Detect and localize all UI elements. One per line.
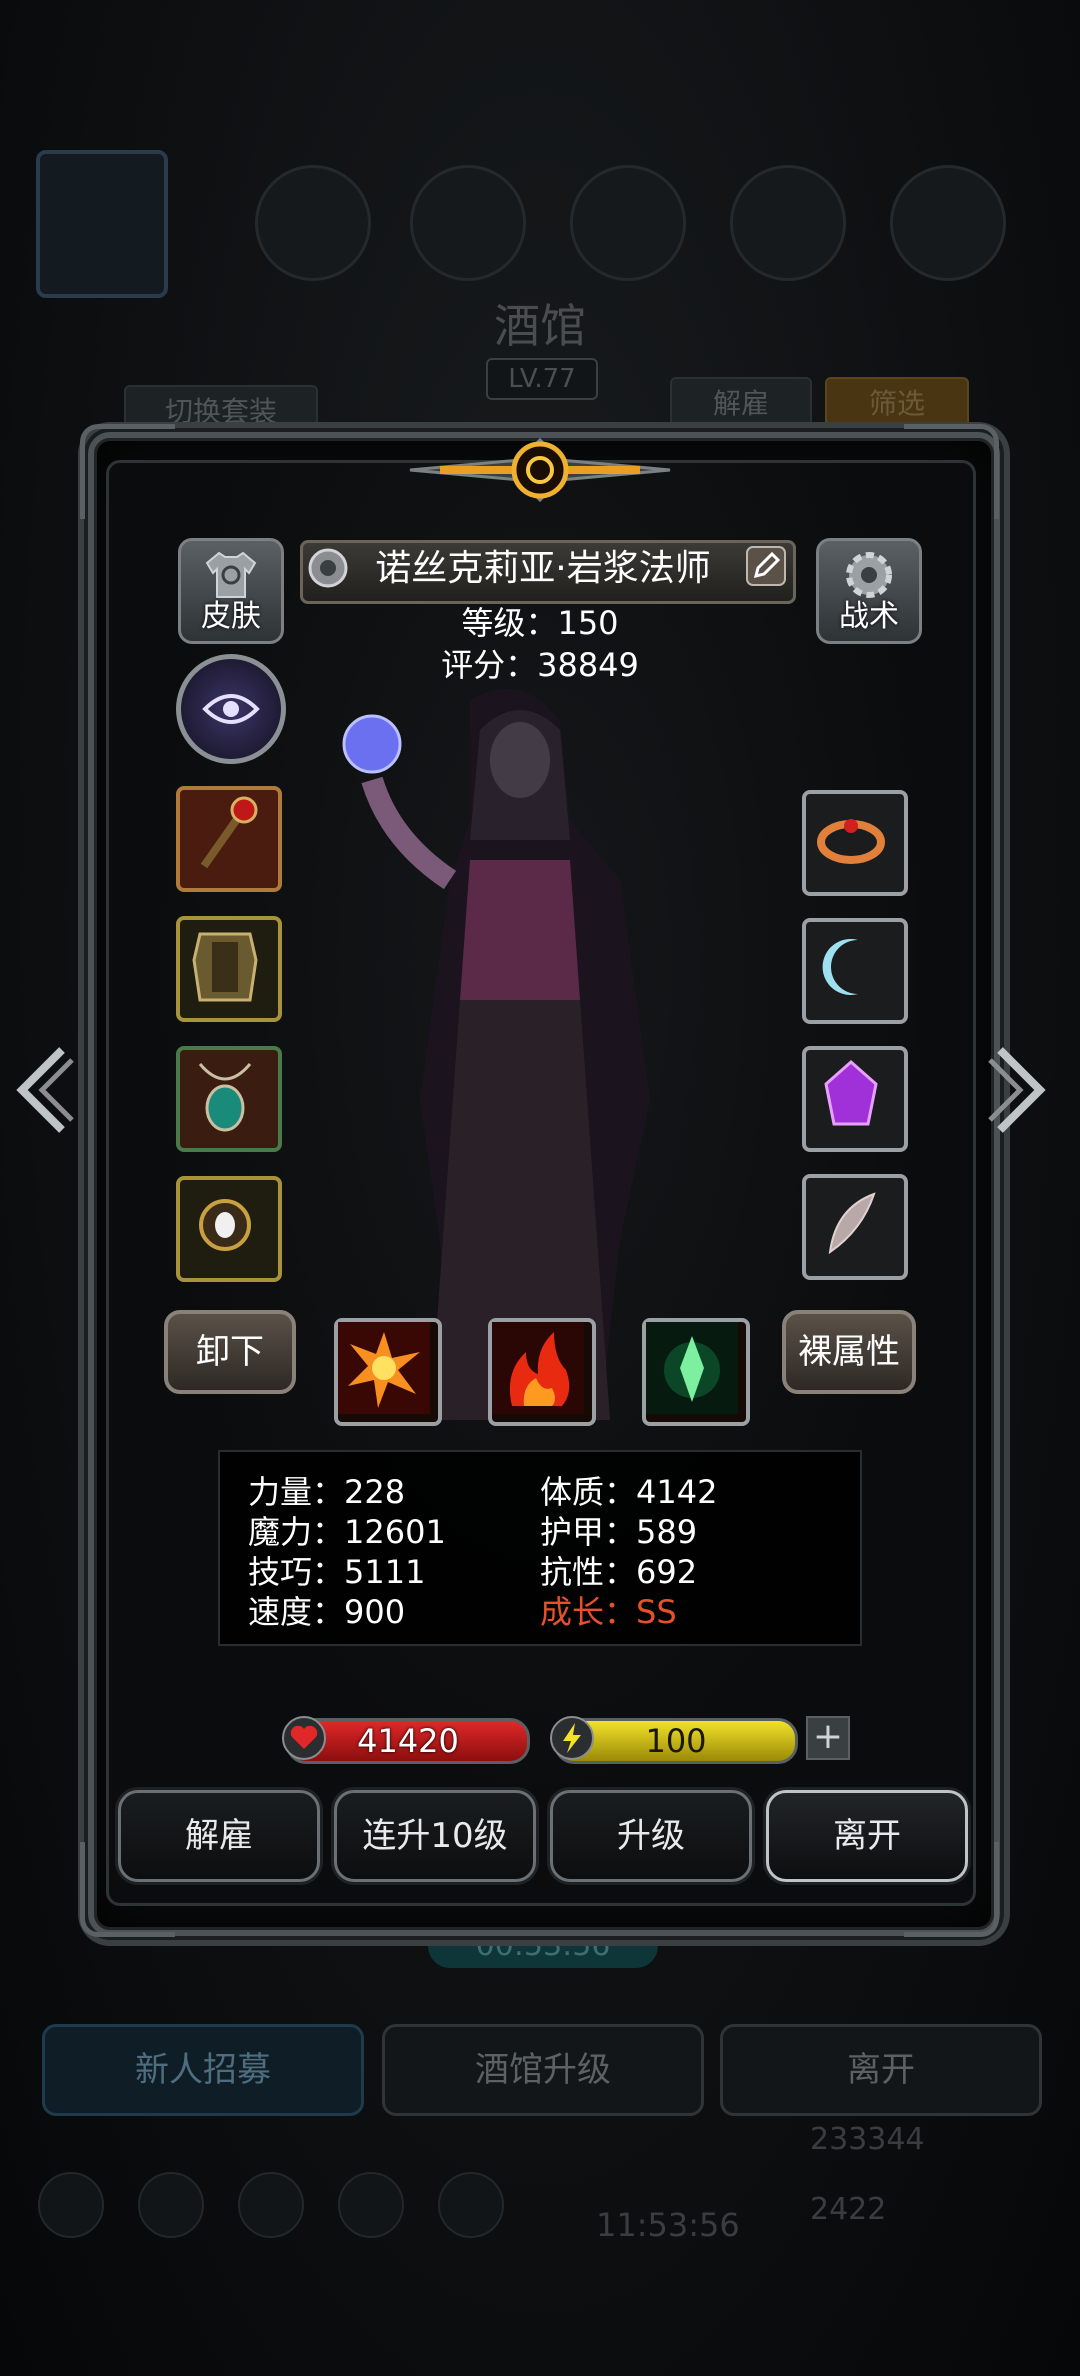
purple-gem-icon: [824, 1060, 878, 1126]
feather-icon: [828, 1192, 876, 1255]
explosion-skill-icon: [338, 1322, 430, 1414]
bg-level-badge: LV.77: [486, 358, 598, 400]
equip-slot-pendant[interactable]: [176, 1176, 282, 1282]
moon-charm-icon: [822, 939, 858, 995]
previous-hero-arrow-icon[interactable]: [14, 1040, 74, 1140]
frame-corner-ornament: [80, 424, 175, 519]
skin-button[interactable]: 皮肤: [178, 538, 284, 644]
hero-character-art: [342, 688, 650, 1420]
armor-icon: [192, 932, 258, 1002]
bg-dock-icon: [238, 2172, 304, 2238]
bg-clock: 11:53:56: [596, 2206, 740, 2244]
frame-corner-ornament: [904, 424, 999, 519]
bg-filter-button: 筛选: [825, 377, 969, 431]
fire-skill-icon: [492, 1322, 584, 1414]
bg-tab-icon: [410, 165, 526, 281]
hp-bar: 41420: [282, 1716, 530, 1764]
green-crystal-skill-icon: [646, 1322, 738, 1414]
eye-icon: [202, 694, 260, 724]
bg-tab-icon: [890, 165, 1006, 281]
eye-spirit-slot[interactable]: [176, 654, 286, 764]
leave-button[interactable]: 离开: [766, 1790, 968, 1882]
stat-speed: 速度：900: [248, 1593, 406, 1631]
bg-leave-button: 离开: [720, 2024, 1042, 2116]
bg-dock-icon: [338, 2172, 404, 2238]
bg-dock-icon: [438, 2172, 504, 2238]
skill-slot-1[interactable]: [334, 1318, 442, 1426]
equip-slot-staff[interactable]: [176, 786, 282, 892]
dismiss-button[interactable]: 解雇: [118, 1790, 320, 1882]
unequip-button[interactable]: 卸下: [164, 1310, 296, 1394]
skin-label: 皮肤: [201, 599, 261, 634]
equip-slot-charm[interactable]: [802, 918, 908, 1024]
bg-recruit-button: 新人招募: [42, 2024, 364, 2116]
bg-gold-amount: 233344: [810, 2122, 925, 2157]
bg-tab-icon: [730, 165, 846, 281]
tactic-button[interactable]: 战术: [816, 538, 922, 644]
equip-slot-amulet[interactable]: [176, 1046, 282, 1152]
bg-dock-icon: [38, 2172, 104, 2238]
level-up-10-button[interactable]: 连升10级: [334, 1790, 536, 1882]
energy-bar: 100: [550, 1716, 798, 1764]
energy-value: 100: [645, 1722, 707, 1760]
bg-dismiss-button: 解雇: [670, 377, 812, 431]
base-attributes-button[interactable]: 裸属性: [782, 1310, 916, 1394]
tactic-label: 战术: [839, 599, 899, 634]
level-up-button[interactable]: 升级: [550, 1790, 752, 1882]
bg-dock-icon: [138, 2172, 204, 2238]
stat-resistance: 抗性：692: [540, 1553, 698, 1591]
bg-tab-icon: [255, 165, 371, 281]
equip-slot-feather[interactable]: [802, 1174, 908, 1280]
skill-slot-3[interactable]: [642, 1318, 750, 1426]
staff-icon: [200, 796, 258, 869]
stat-constitution: 体质：4142: [540, 1473, 718, 1511]
equip-slot-armor[interactable]: [176, 916, 282, 1022]
next-hero-arrow-icon[interactable]: [988, 1040, 1048, 1140]
hp-value: 41420: [357, 1722, 459, 1760]
amulet-icon: [198, 1063, 252, 1132]
equip-slot-ring[interactable]: [802, 790, 908, 896]
stat-skill: 技巧：5111: [248, 1553, 426, 1591]
stat-magic: 魔力：12601: [248, 1513, 446, 1551]
bg-hero-portrait: [36, 150, 168, 298]
stat-growth: 成长：SS: [540, 1593, 677, 1631]
crest-emblem-icon: [409, 437, 671, 503]
ring-icon: [817, 819, 885, 864]
bg-tab-icon: [570, 165, 686, 281]
stat-strength: 力量：228: [248, 1473, 406, 1511]
equip-slot-gem[interactable]: [802, 1046, 908, 1152]
add-energy-button[interactable]: +: [806, 1716, 850, 1760]
skill-slot-2[interactable]: [488, 1318, 596, 1426]
medal-icon: [308, 548, 348, 588]
bg-gem-amount: 2422: [810, 2192, 887, 2227]
stat-armor: 护甲：589: [540, 1513, 698, 1551]
hero-name: 诺丝克莉亚·岩浆法师: [375, 548, 711, 589]
bg-tavern-upgrade-button: 酒馆升级: [382, 2024, 704, 2116]
hero-level: 等级：150: [461, 604, 619, 642]
edit-name-icon[interactable]: [744, 544, 788, 588]
gem-pendant-icon: [199, 1199, 251, 1251]
bg-title: 酒馆: [494, 299, 586, 353]
